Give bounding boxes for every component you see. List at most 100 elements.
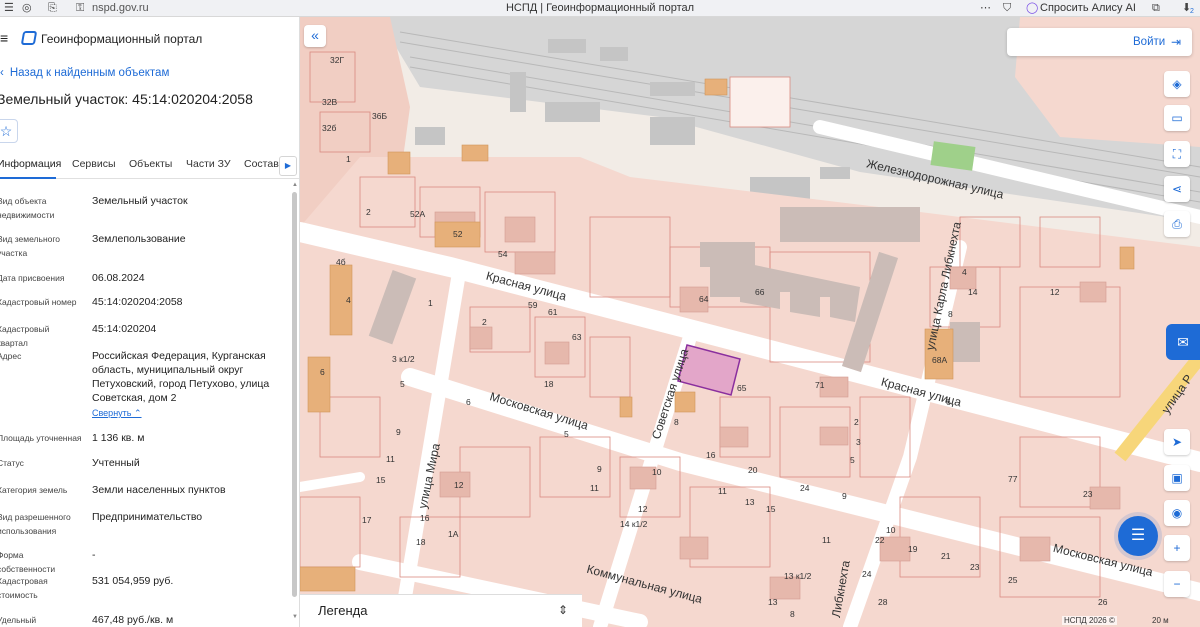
house-number: 54 [498,249,508,259]
field-label: Кадастровая стоимость [0,576,48,600]
house-number: 24 [800,483,810,493]
legend-label: Легенда [318,603,368,618]
scale-bar: 20 м [1152,616,1169,625]
collapse-label: Свернуть [92,408,132,418]
house-number: 8 [948,309,953,319]
house-number: 18 [416,537,426,547]
house-number: 59 [528,300,538,310]
house-number: 23 [970,562,980,572]
house-number: 3 к1/2 [392,354,415,364]
field-label: Кадастровый квартал [0,324,50,348]
scroll-down-icon[interactable]: ▼ [292,614,298,620]
print-icon[interactable]: ⎙ [1164,211,1190,237]
house-number: 11 [822,535,831,545]
parcel-title: Земельный участок: 45:14:020204:2058 [0,91,253,107]
house-number: 14 к1/2 [620,519,648,529]
collapse-link[interactable]: Свернуть ⌃ [92,408,142,419]
house-number: 12 [454,480,464,490]
field-value: - [92,549,96,561]
house-number: 23 [1083,489,1093,499]
locate-icon[interactable]: ➤ [1164,429,1190,455]
bookmark-page-icon[interactable]: ⛉ [1003,1,1011,16]
house-number: 20 [748,465,758,475]
more-icon[interactable]: ⋯ [980,1,991,16]
alice-icon[interactable]: ◯ [1026,1,1038,16]
back-link[interactable]: ‹ Назад к найденным объектам [0,67,169,79]
house-number: 13 [768,597,778,607]
favorite-star-icon[interactable]: ☆ [0,119,18,143]
house-number: 52А [410,209,426,219]
field-label: Площадь уточненная [0,433,82,443]
tab-services[interactable]: Сервисы [72,158,116,170]
house-number: 11 [386,454,395,464]
tab-objects[interactable]: Объекты [129,158,172,170]
field-label: Дата присвоения [0,273,65,283]
tab-information[interactable]: Информация [0,158,61,170]
house-number: 32В [322,97,338,107]
select-area-icon[interactable]: ⛶ [1164,141,1190,167]
house-number: 16 [706,450,716,460]
tabs-next-icon[interactable]: ▶ [279,156,297,176]
house-number: 11 [718,486,727,496]
tab-parts[interactable]: Части ЗУ [186,158,231,170]
house-number: 2 [366,207,371,217]
field-label: Вид разрешенного использования [0,512,71,536]
house-number: 8 [674,417,679,427]
portal-logo-icon [20,31,38,45]
house-number: 14 [968,287,978,297]
house-number: 9 [396,427,401,437]
field-value: 1 136 кв. м [92,432,145,444]
ruler-icon[interactable]: ▭ [1164,105,1190,131]
field-value: Российская Федерация, Курганская область… [92,350,270,404]
burger-menu-icon[interactable]: ≡ [0,30,8,46]
page-tab-title: НСПД | Геоинформационный портал [505,2,695,14]
house-number: 6 [466,397,471,407]
field-label: Кадастровый номер [0,297,77,307]
house-number: 66 [755,287,765,297]
house-number: 65 [737,383,747,393]
browser-bar: ☰ ◎ ⎘ ⚿ nspd.gov.ru НСПД | Геоинформацио… [0,0,1200,17]
house-number: 4 [346,295,351,305]
login-label: Войти [1133,36,1166,48]
alice-button[interactable]: Спросить Алису AI [1040,1,1136,16]
house-number: 32б [322,123,337,133]
tab-composition[interactable]: Состав [244,158,279,170]
collapse-panel-icon[interactable]: « [304,25,326,47]
assistant-chat-icon[interactable]: ☰ [1118,516,1158,556]
house-number: 1 [346,154,351,164]
field-value: Земли населенных пунктов [92,484,226,496]
support-chat-icon[interactable]: ✉ [1166,324,1200,360]
house-number: 18 [544,379,554,389]
house-number: 9 [597,464,602,474]
map-style-icon[interactable]: ▣ [1164,465,1190,491]
field-value: Земельный участок [92,195,188,207]
zoom-out-icon[interactable]: − [1164,571,1190,597]
house-number: 28 [878,597,888,607]
geolocation-icon[interactable]: ◉ [1164,500,1190,526]
field-label: Статус [0,458,24,468]
copy-icon[interactable]: ⧉ [1152,1,1160,16]
house-number: 4 [962,267,967,277]
house-number: 10 [886,525,896,535]
tab-bar: Информация Сервисы Объекты Части ЗУ Сост… [0,153,299,179]
panel-header: ≡ Геоинформационный портал [0,27,299,49]
zoom-in-icon[interactable]: + [1164,535,1190,561]
house-number: 12 [638,504,648,514]
expand-icon: ⇕ [558,603,569,617]
legend-bar[interactable]: Легенда ⇕ [300,594,582,627]
house-number: 2 [482,317,487,327]
layers-icon[interactable]: ◈ [1164,71,1190,97]
scroll-up-icon[interactable]: ▲ [292,182,298,188]
panel-scrollbar[interactable] [292,192,297,597]
login-button[interactable]: Войти ⇥ [1007,28,1192,56]
back-label: Назад к найденным объектам [9,67,170,79]
house-number: 71 [815,380,825,390]
house-number: 63 [572,332,582,342]
house-number: 2 [854,417,859,427]
share-icon[interactable]: ⋖ [1164,176,1190,202]
cadastral-map[interactable]: « Железнодорожная улица Красная улица Кр… [300,17,1200,627]
info-panel: ≡ Геоинформационный портал ‹ Назад к найд… [0,17,300,627]
house-number: 5 [564,429,569,439]
field-value: 45:14:020204:2058 [92,296,183,308]
house-number: 64 [699,294,709,304]
